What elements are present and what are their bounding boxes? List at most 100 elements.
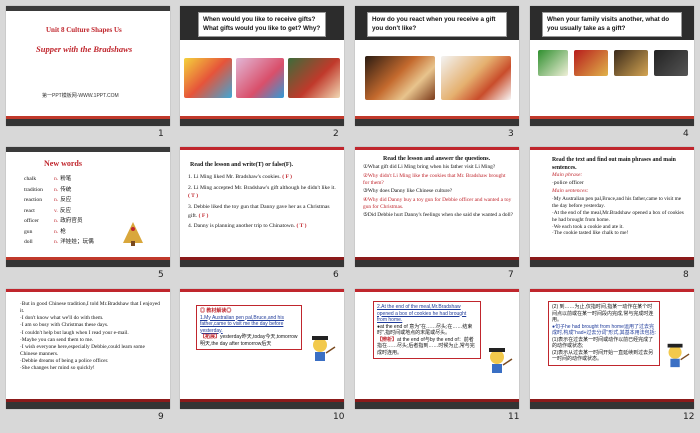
slide-thumbnail-8[interactable]: Read the text and find out main phrases …	[530, 147, 694, 267]
main-sentence: ·The cookie tasted like chalk to me!	[552, 230, 629, 237]
word-en: doll	[24, 239, 33, 245]
word-zh: 粉笔	[60, 176, 72, 182]
explain-para-1: ●at the end of 意为"在……尽头;在……结束时",指时间或地点的末…	[377, 323, 473, 337]
red-box-image	[574, 50, 608, 76]
tf-item: 1. Li Ming liked Mr. Bradshaw's cookies.…	[188, 173, 338, 182]
phrases-heading: Read the text and find out main phrases …	[552, 157, 676, 171]
explain-box: ◎ 教材解读◎ 1.My Australian pen pal,Bruce,an…	[196, 305, 302, 350]
explain-para-1: (2) 到……为止,仅指时间,指某一动作在某个时间点以前或在某一时间段内完成,常…	[552, 304, 654, 323]
slide-thumbnail-6[interactable]: Read the lesson and write(T) or false(F)…	[180, 147, 344, 267]
word-row: chalk n. 粉笔	[24, 174, 94, 185]
word-pos: n.	[54, 176, 59, 182]
words-heading: New words	[44, 159, 82, 168]
word-row: officer n. 政府官员	[24, 216, 94, 227]
word-zh: 传统	[60, 186, 72, 193]
slide-number: 9	[158, 412, 164, 422]
word-pos: n.	[54, 197, 59, 203]
tf-text: 3. Debbie liked the toy gun that Danny g…	[188, 203, 330, 219]
explain-box: (2) 到……为止,仅指时间,指某一动作在某个时间点以前或在某一时间段内完成,常…	[548, 301, 660, 366]
main-sentence: ·At the end of the meal,Mr.Bradshaw open…	[552, 209, 684, 223]
tf-item: 3. Debbie liked the toy gun that Danny g…	[188, 203, 338, 220]
slide-question: When your family visits another, what do…	[542, 12, 682, 37]
dark-gift-image	[654, 50, 688, 76]
slide-thumbnail-4[interactable]: When your family visits another, what do…	[530, 6, 694, 126]
word-zh: 反应	[59, 207, 72, 214]
slide-number: 12	[683, 412, 695, 422]
unit-title: Unit 8 Culture Shapes Us	[46, 26, 122, 34]
qa-line: ④Why did Danny buy a toy gun for Debbie …	[363, 196, 512, 210]
explain-para-2: ●句子he had brought from home运用了过去完成时,构成"h…	[552, 323, 656, 337]
tree-icon	[120, 221, 146, 247]
word-en: tradition	[24, 186, 43, 193]
tf-text: 4. Danny is planning another trip to Chi…	[188, 223, 297, 230]
slide-thumbnail-9[interactable]: ·But in good Chinese tradition,I told Mr…	[6, 289, 170, 409]
tf-item: 4. Danny is planning another trip to Chi…	[188, 222, 338, 231]
lesson-title: Supper with the Bradshaws	[36, 44, 133, 54]
tf-text: 1. Li Ming liked Mr. Bradshaw's cookies.	[188, 174, 283, 180]
explain-para-4: (2)表示从过去某一时间开始一直延续到过去另一时间的动作或状态。	[552, 349, 654, 363]
tf-heading: Read the lesson and write(T) or false(F)…	[190, 162, 294, 168]
word-en: chalk	[24, 176, 37, 182]
sentence-line: ·But in good Chinese tradition,I told Mr…	[20, 301, 160, 315]
sentence-line: ·She changes her mind so quickly!	[20, 365, 95, 372]
slide-number: 11	[508, 412, 520, 422]
teacher-icon	[483, 345, 513, 375]
sentence-line: ·I couldn't help but laugh when I read y…	[20, 329, 129, 336]
main-sentence: ·We each took a cookie and ate it.	[552, 223, 624, 230]
sentences-label: Main sentences:	[552, 188, 589, 194]
slide-thumbnail-10[interactable]: ◎ 教材解读◎ 1.My Australian pen pal,Bruce,an…	[180, 289, 344, 409]
word-en: reaction	[24, 197, 43, 203]
tf-answer: ( F )	[198, 212, 209, 219]
sentence-line: ·I don't know what we'll do with them.	[20, 315, 104, 322]
sentence-line: ·Debbie dreams of being a police officer…	[20, 358, 109, 364]
word-pos: n.	[54, 228, 59, 235]
sentence-line: ·I wish everyone here,especially Debbie,…	[20, 343, 145, 357]
word-pos: n.	[54, 218, 59, 224]
word-row: tradition n. 传统	[24, 185, 94, 196]
slide-thumbnail-11[interactable]: 2.At the end of the meal,Mr.Bradshaw ope…	[355, 289, 519, 409]
tf-item: 2. Li Ming accepted Mr. Bradshaw's gift …	[188, 184, 338, 201]
word-en: react	[24, 207, 35, 214]
phrase-item: ·police officer	[552, 180, 584, 186]
sentence-line: ·Maybe you can send them to me.	[20, 336, 94, 343]
slide-question: When would you like to receive gifts? Wh…	[198, 12, 326, 37]
teacher-icon	[306, 333, 336, 363]
word-zh: 洋娃娃；玩偶	[60, 239, 94, 245]
extend-tag: 【拓展】	[200, 334, 221, 340]
qa-line: ⑤Did Debbie hurt Danny's feelings when s…	[363, 212, 513, 219]
gift-boxes-image	[236, 58, 284, 98]
word-zh: 政府官员	[60, 218, 83, 224]
word-row: doll n. 洋娃娃；玩偶	[24, 237, 94, 248]
slide-thumbnail-1[interactable]: Unit 8 Culture Shapes Us Supper with the…	[6, 6, 170, 126]
phrase-label: Main phrase:	[552, 172, 583, 178]
christmas-gift-image	[365, 56, 435, 100]
girl-gift-image	[441, 56, 511, 100]
kids-gifts-image	[184, 58, 232, 98]
explain-quote: 2.At the end of the meal,Mr.Bradshaw ope…	[377, 304, 467, 323]
qa-heading: Read the lesson and answer the questions…	[383, 156, 491, 162]
tf-answer: ( T )	[188, 193, 199, 200]
word-en: officer	[24, 218, 39, 224]
tf-text: 2. Li Ming accepted Mr. Bradshaw's gift …	[188, 184, 336, 191]
qa-line: ②Why didn't Li Ming like the cookies tha…	[363, 172, 506, 186]
word-en: gun	[24, 228, 33, 235]
word-row: reaction n. 反应	[24, 195, 94, 206]
teacher-icon	[662, 341, 690, 369]
word-zh: 反应	[60, 197, 72, 203]
qa-line: ①What gift did Li Ming bring when his fa…	[363, 164, 496, 170]
word-row: react v. 反应	[24, 206, 94, 217]
word-pos: v.	[54, 207, 58, 214]
tea-gift-image	[538, 50, 568, 76]
tf-answer: ( F )	[282, 174, 292, 180]
slide-thumbnail-2[interactable]: When would you like to receive gifts? Wh…	[180, 6, 344, 126]
main-sentence: ·My Australian pen pal,Bruce,and his fat…	[552, 196, 682, 209]
word-zh: 枪	[60, 228, 66, 235]
word-pos: n.	[54, 239, 59, 245]
slide-thumbnail-3[interactable]: How do you react when you receive a gift…	[355, 6, 519, 126]
slide-thumbnail-5[interactable]: New words chalk n. 粉笔 tradition n. 传统 reaction…	[6, 147, 170, 267]
slide-question: How do you react when you receive a gift…	[367, 12, 507, 37]
slide-thumbnail-12[interactable]: (2) 到……为止,仅指时间,指某一动作在某个时间点以前或在某一时间段内完成,常…	[530, 289, 694, 409]
site-label: 第一PPT模板网-WWW.1PPT.COM	[42, 93, 119, 99]
slide-thumbnail-7[interactable]: Read the lesson and answer the questions…	[355, 147, 519, 267]
sentence-line: ·I am so busy with Christmas these days.	[20, 322, 109, 329]
